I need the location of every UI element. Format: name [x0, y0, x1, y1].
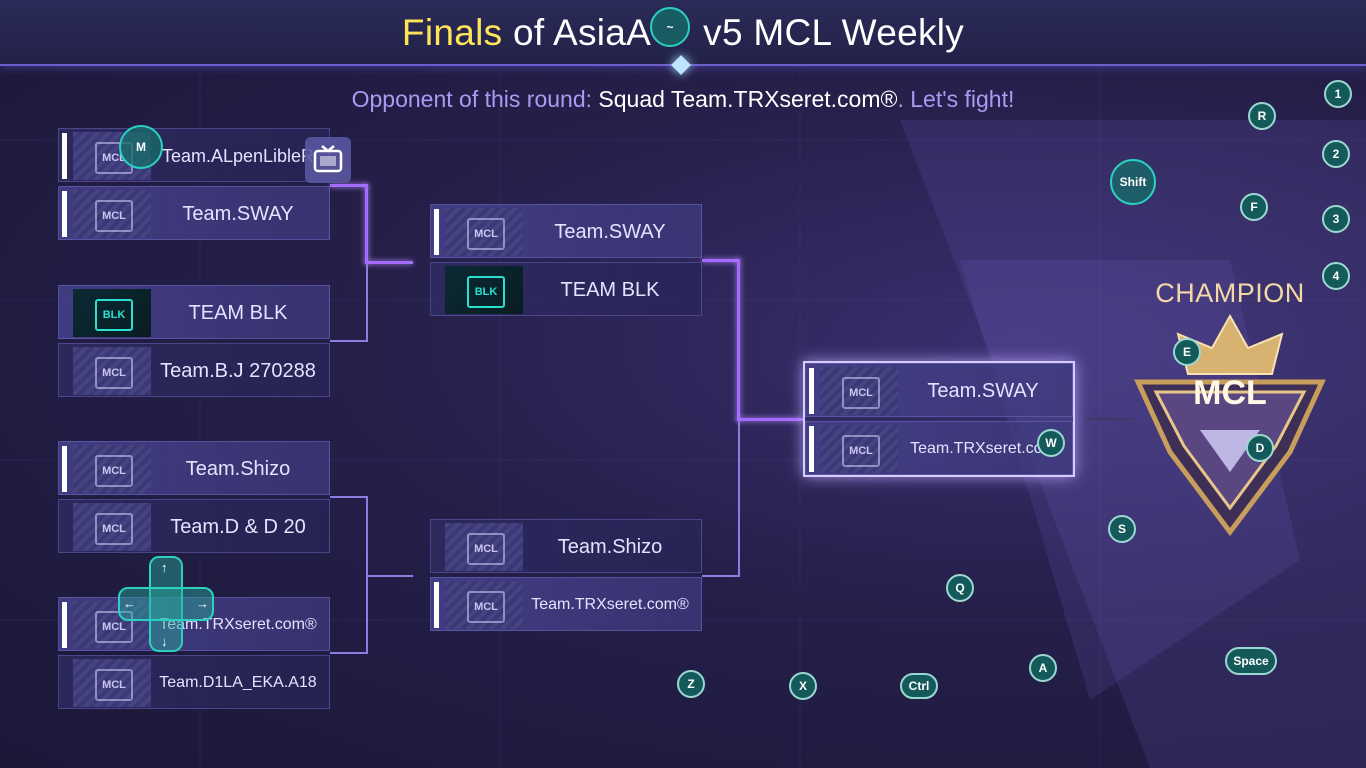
key-3-button[interactable]: 3 — [1322, 205, 1350, 233]
team-name: Team.Shizo — [185, 458, 291, 480]
team-name: Team.B.J 270288 — [160, 360, 316, 382]
key-2-button[interactable]: 2 — [1322, 140, 1350, 168]
slot-bar — [434, 582, 439, 628]
bracket-slot[interactable]: MCL Team.Shizo — [58, 441, 330, 495]
bracket-slot[interactable]: BLK TEAM BLK — [430, 262, 702, 316]
team-logo: MCL — [73, 347, 151, 395]
bracket-slot[interactable]: MCL Team.D & D 20 — [58, 499, 330, 553]
bracket-slot[interactable]: MCL Team.ALpenLibleR — [58, 128, 330, 182]
bracket-slot[interactable]: MCL Team.TRXseret.com — [805, 421, 1073, 475]
bracket-slot[interactable]: BLK TEAM BLK — [58, 285, 330, 339]
connector-line — [737, 259, 740, 421]
direction-pad[interactable]: ↑ ↓ ← → — [118, 556, 214, 652]
champion-label: CHAMPION — [1155, 278, 1305, 308]
team-name: Team.TRXseret.com® — [531, 596, 689, 613]
key-s-button[interactable]: S — [1108, 515, 1136, 543]
team-logo: MCL — [820, 425, 898, 473]
round-opponent-text: Opponent of this round: Squad Team.TRXse… — [351, 86, 1015, 112]
connector-line — [702, 259, 740, 262]
connector-line — [330, 184, 368, 187]
connector-line — [738, 421, 740, 577]
key-e-button[interactable]: E — [1173, 338, 1201, 366]
key-m-button[interactable]: M — [119, 125, 163, 169]
slot-bar — [62, 133, 67, 179]
arrow-right-icon[interactable]: → — [196, 596, 209, 611]
team-logo: BLK — [445, 266, 523, 314]
team-logo: MCL — [445, 208, 523, 256]
key-1-button[interactable]: 1 — [1324, 80, 1352, 108]
key-shift-button[interactable]: Shift — [1110, 159, 1156, 205]
team-name: Team.SWAY — [182, 203, 294, 225]
team-logo: MCL — [73, 445, 151, 493]
key-w-button[interactable]: W — [1037, 429, 1065, 457]
slot-bar — [62, 602, 67, 648]
key-ctrl-button[interactable]: Ctrl — [900, 673, 938, 699]
key-r-button[interactable]: R — [1248, 102, 1276, 130]
bracket-slot[interactable]: MCL Team.TRXseret.com® — [430, 577, 702, 631]
team-name: Team.Shizo — [557, 536, 663, 558]
team-logo: MCL — [820, 367, 898, 415]
slot-bar — [62, 446, 67, 492]
key-4-button[interactable]: 4 — [1322, 262, 1350, 290]
connector-line — [366, 575, 413, 577]
bracket-slot[interactable]: MCL Team.SWAY — [58, 186, 330, 240]
team-logo: MCL — [445, 581, 523, 629]
bracket-slot[interactable]: MCL Team.SWAY — [805, 363, 1073, 417]
team-name: TEAM BLK — [188, 302, 288, 324]
key-a-button[interactable]: A — [1029, 654, 1057, 682]
team-name: Team.D1LA_EKA.A18 — [159, 674, 317, 691]
team-logo: BLK — [73, 289, 151, 337]
bracket-slot[interactable]: MCL Team.Shizo — [430, 519, 702, 573]
slot-bar — [434, 209, 439, 255]
connector-line — [1085, 418, 1133, 420]
connector-line — [365, 261, 413, 264]
connector-line — [330, 340, 368, 342]
key-d-button[interactable]: D — [1246, 434, 1274, 462]
bracket-slot[interactable]: MCL Team.B.J 270288 — [58, 343, 330, 397]
trophy-text: MCL — [1193, 374, 1267, 412]
team-name: Team.SWAY — [927, 380, 1039, 402]
arrow-down-icon[interactable]: ↓ — [161, 634, 168, 649]
tv-icon — [313, 145, 343, 173]
arrow-up-icon[interactable]: ↑ — [161, 560, 168, 575]
key-q-button[interactable]: Q — [946, 574, 974, 602]
trophy-emblem-icon — [1134, 313, 1326, 537]
key-x-button[interactable]: X — [789, 672, 817, 700]
spectate-tv-icon[interactable] — [305, 137, 351, 183]
connector-line — [365, 184, 368, 264]
team-logo: MCL — [73, 190, 151, 238]
key-z-button[interactable]: Z — [677, 670, 705, 698]
team-logo: MCL — [73, 659, 151, 707]
team-logo: MCL — [73, 503, 151, 551]
team-name: Team.ALpenLibleR — [161, 146, 315, 166]
slot-bar — [809, 368, 814, 414]
connector-line — [702, 575, 740, 577]
champion-trophy: MCL — [1130, 312, 1330, 537]
slot-bar — [809, 426, 814, 472]
connector-line — [330, 496, 368, 498]
bracket-slot[interactable]: MCL Team.D1LA_EKA.A18 — [58, 655, 330, 709]
key-tilde-button[interactable]: ~ — [650, 7, 690, 47]
team-logo: MCL — [445, 523, 523, 571]
team-name: Team.SWAY — [554, 221, 666, 243]
connector-line — [366, 264, 368, 342]
connector-line — [737, 418, 803, 421]
team-name: TEAM BLK — [560, 279, 660, 301]
team-name: Team.D & D 20 — [170, 516, 306, 538]
connector-line — [330, 652, 368, 654]
key-f-button[interactable]: F — [1240, 193, 1268, 221]
slot-bar — [62, 191, 67, 237]
bracket-slot[interactable]: MCL Team.SWAY — [430, 204, 702, 258]
key-space-button[interactable]: Space — [1225, 647, 1277, 675]
arrow-left-icon[interactable]: ← — [123, 596, 136, 611]
